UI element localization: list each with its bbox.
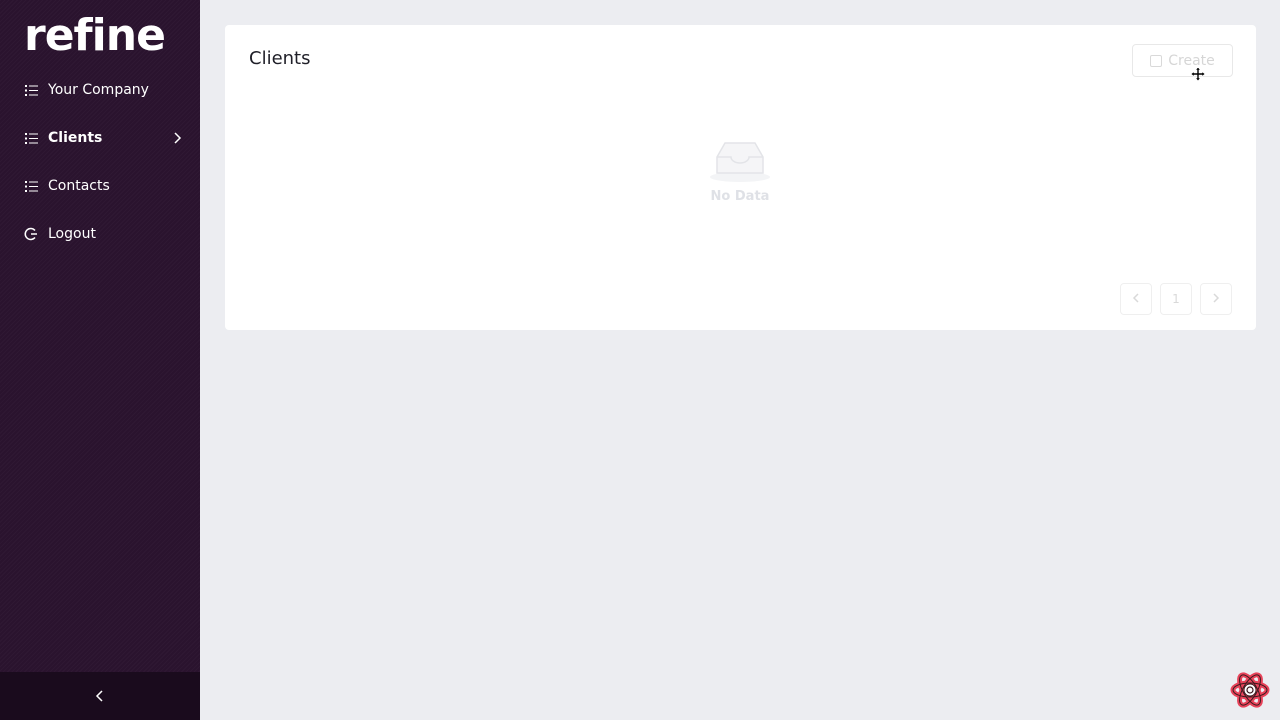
logout-icon [24, 227, 38, 241]
sidebar-item-logout[interactable]: Logout [0, 210, 200, 258]
sidebar: refine Your Company Clients Contacts Log… [0, 0, 200, 720]
empty-state: No Data [705, 137, 775, 204]
create-button[interactable]: Create [1132, 44, 1233, 77]
sidebar-item-label: Your Company [48, 82, 149, 98]
list-icon [24, 179, 38, 193]
chevron-left-icon [1131, 292, 1141, 306]
chevron-right-icon [170, 131, 184, 145]
sidebar-item-label: Clients [48, 130, 103, 146]
move-cursor-icon [1190, 66, 1206, 86]
devtools-button[interactable] [1230, 670, 1270, 714]
next-page-button[interactable] [1200, 283, 1232, 315]
list-icon [24, 83, 38, 97]
devtools-atom-icon [1230, 672, 1270, 714]
list-icon [24, 131, 38, 145]
page-number-button[interactable]: 1 [1160, 283, 1192, 315]
app-logo[interactable]: refine [24, 14, 166, 58]
page-title: Clients [249, 48, 311, 69]
pagination: 1 [1120, 283, 1232, 315]
prev-page-button[interactable] [1120, 283, 1152, 315]
plus-square-icon [1150, 54, 1163, 67]
sidebar-item-label: Contacts [48, 178, 110, 194]
sidebar-collapse-button[interactable] [0, 672, 200, 720]
sidebar-menu: Your Company Clients Contacts Logout [0, 66, 200, 258]
sidebar-item-contacts[interactable]: Contacts [0, 162, 200, 210]
empty-label: No Data [710, 189, 770, 204]
empty-inbox-icon [707, 142, 773, 187]
chevron-right-icon [1211, 292, 1221, 306]
list-card: Clients Create No Data 1 [225, 25, 1256, 330]
chevron-left-icon [94, 687, 106, 706]
sidebar-item-clients[interactable]: Clients [0, 114, 200, 162]
sidebar-item-label: Logout [48, 226, 96, 242]
sidebar-item-your-company[interactable]: Your Company [0, 66, 200, 114]
